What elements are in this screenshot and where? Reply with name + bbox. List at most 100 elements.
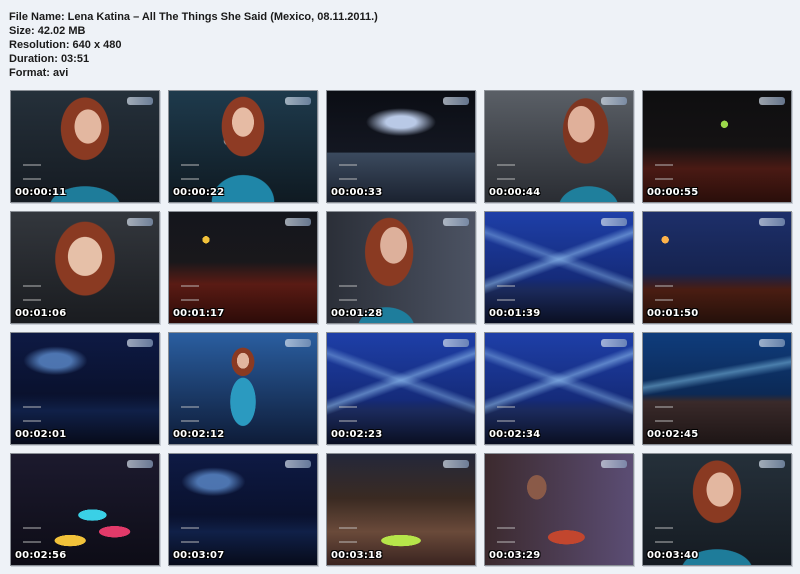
thumbnail-timestamp: 00:00:44 [489,187,541,198]
channel-logo-icon [601,460,627,468]
channel-logo-icon [601,339,627,347]
video-thumbnail[interactable]: 00:00:22 [168,90,318,203]
watermark-icon [339,527,357,543]
video-thumbnail[interactable]: 00:01:06 [10,211,160,324]
thumbnail-timestamp: 00:03:29 [489,550,541,561]
channel-logo-icon [443,339,469,347]
video-thumbnail[interactable]: 00:01:17 [168,211,318,324]
thumbnail-frame-image [327,91,475,202]
channel-logo-icon [285,97,311,105]
channel-logo-icon [285,339,311,347]
video-thumbnail[interactable]: 00:01:39 [484,211,634,324]
watermark-icon [23,164,41,180]
video-thumbnail[interactable]: 00:03:07 [168,453,318,566]
channel-logo-icon [285,218,311,226]
video-thumbnail[interactable]: 00:02:56 [10,453,160,566]
watermark-icon [339,164,357,180]
watermark-icon [339,406,357,422]
watermark-icon [181,527,199,543]
watermark-icon [339,285,357,301]
video-thumbnail[interactable]: 00:02:34 [484,332,634,445]
thumbnail-timestamp: 00:03:18 [331,550,383,561]
video-thumbnail[interactable]: 00:02:45 [642,332,792,445]
thumbnail-timestamp: 00:00:11 [15,187,67,198]
thumbnail-timestamp: 00:01:39 [489,308,541,319]
thumbnail-frame-image [327,212,475,323]
channel-logo-icon [759,218,785,226]
channel-logo-icon [443,97,469,105]
watermark-icon [655,285,673,301]
video-thumbnail[interactable]: 00:01:28 [326,211,476,324]
channel-logo-icon [759,460,785,468]
thumbnail-frame-image [485,454,633,565]
thumbnail-timestamp: 00:02:56 [15,550,67,561]
channel-logo-icon [285,460,311,468]
channel-logo-icon [127,460,153,468]
thumbnail-frame-image [11,91,159,202]
video-thumbnail[interactable]: 00:00:33 [326,90,476,203]
thumbnail-frame-image [169,91,317,202]
thumbnail-timestamp: 00:03:40 [647,550,699,561]
thumbnail-timestamp: 00:00:55 [647,187,699,198]
thumbnail-frame-image [169,333,317,444]
thumbnail-timestamp: 00:01:50 [647,308,699,319]
watermark-icon [497,164,515,180]
thumbnail-frame-image [169,454,317,565]
thumbnail-timestamp: 00:00:22 [173,187,225,198]
watermark-icon [655,527,673,543]
thumbnail-frame-image [327,333,475,444]
watermark-icon [23,406,41,422]
video-thumbnail[interactable]: 00:00:44 [484,90,634,203]
thumbnail-timestamp: 00:00:33 [331,187,383,198]
channel-logo-icon [759,339,785,347]
video-thumbnail[interactable]: 00:02:12 [168,332,318,445]
video-thumbnail[interactable]: 00:03:18 [326,453,476,566]
thumbnail-frame-image [327,454,475,565]
thumbnail-timestamp: 00:01:17 [173,308,225,319]
thumbnail-frame-image [11,212,159,323]
thumbnail-frame-image [485,212,633,323]
thumbnail-timestamp: 00:02:45 [647,429,699,440]
thumbnail-timestamp: 00:02:12 [173,429,225,440]
thumbnail-timestamp: 00:03:07 [173,550,225,561]
channel-logo-icon [601,97,627,105]
watermark-icon [23,285,41,301]
channel-logo-icon [759,97,785,105]
video-thumbnail[interactable]: 00:02:23 [326,332,476,445]
thumbnail-frame-image [485,333,633,444]
thumbnail-timestamp: 00:01:06 [15,308,67,319]
thumbnail-frame-image [169,212,317,323]
channel-logo-icon [127,218,153,226]
thumbnail-frame-image [643,91,791,202]
thumbnail-timestamp: 00:01:28 [331,308,383,319]
thumbnail-timestamp: 00:02:34 [489,429,541,440]
channel-logo-icon [443,218,469,226]
thumbnail-frame-image [11,333,159,444]
thumbnail-frame-image [643,333,791,444]
watermark-icon [497,527,515,543]
thumbnail-timestamp: 00:02:01 [15,429,67,440]
channel-logo-icon [601,218,627,226]
watermark-icon [181,285,199,301]
video-thumbnail[interactable]: 00:03:29 [484,453,634,566]
thumbnail-frame-image [11,454,159,565]
thumbnail-grid: 00:00:11 00:00:22 00:00:33 00:00:44 00:00:55… [0,0,800,574]
thumbnail-frame-image [485,91,633,202]
thumbnail-frame-image [643,212,791,323]
watermark-icon [181,164,199,180]
thumbnail-timestamp: 00:02:23 [331,429,383,440]
watermark-icon [181,406,199,422]
channel-logo-icon [443,460,469,468]
thumbnail-frame-image [643,454,791,565]
video-thumbnail[interactable]: 00:00:55 [642,90,792,203]
video-thumbnail[interactable]: 00:00:11 [10,90,160,203]
watermark-icon [497,285,515,301]
watermark-icon [497,406,515,422]
video-thumbnail[interactable]: 00:01:50 [642,211,792,324]
video-thumbnail[interactable]: 00:02:01 [10,332,160,445]
channel-logo-icon [127,97,153,105]
video-thumbnail[interactable]: 00:03:40 [642,453,792,566]
watermark-icon [655,164,673,180]
watermark-icon [655,406,673,422]
channel-logo-icon [127,339,153,347]
